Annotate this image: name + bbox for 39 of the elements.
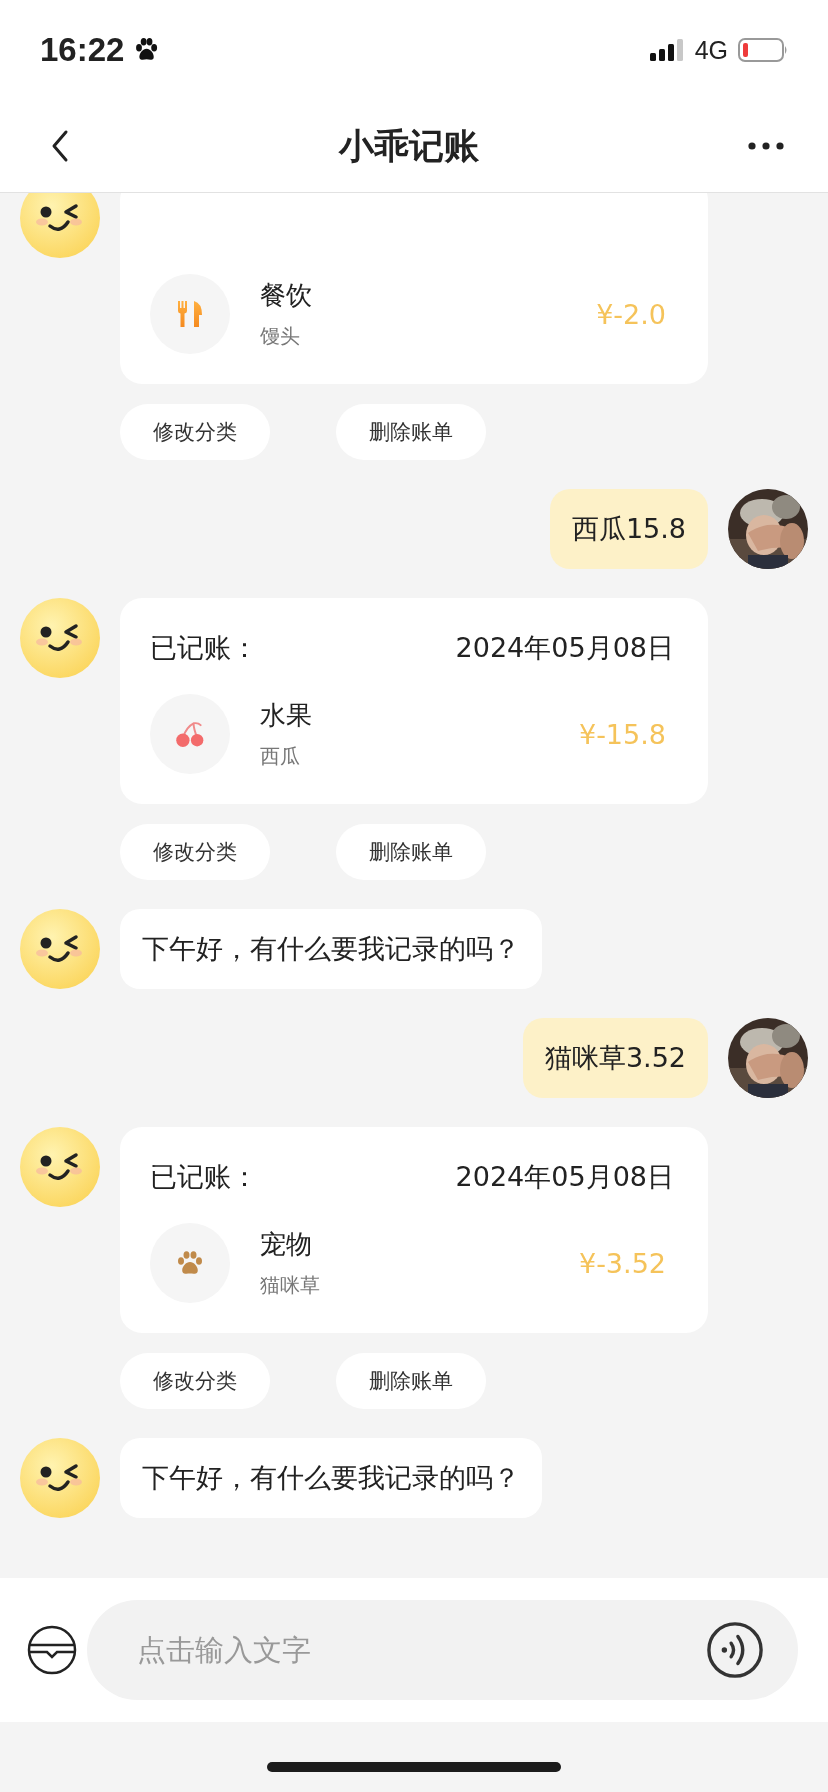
winking-face-icon xyxy=(20,193,100,258)
more-icon[interactable] xyxy=(748,142,784,150)
record-amount: ¥-15.8 xyxy=(578,718,666,750)
record-date: 2024年05月08日 xyxy=(455,631,674,665)
winking-face-icon xyxy=(20,1438,100,1518)
record-amount: ¥-3.52 xyxy=(578,1247,666,1279)
category-name: 水果 xyxy=(260,699,313,732)
winking-face-icon xyxy=(20,598,100,678)
category-name: 餐饮 xyxy=(260,279,313,312)
voice-icon[interactable] xyxy=(706,1621,764,1679)
action-button[interactable]: 删除账单 xyxy=(336,1353,486,1409)
record-note: 西瓜 xyxy=(260,743,301,770)
bot-message: 下午好，有什么要我记录的吗？ xyxy=(120,909,542,989)
category-name: 宠物 xyxy=(260,1228,313,1261)
user-message: 猫咪草3.52 xyxy=(522,1018,708,1098)
winking-face-icon xyxy=(20,1127,100,1207)
record-label: 已记账： xyxy=(150,1160,258,1194)
winking-face-icon xyxy=(20,909,100,989)
record-amount: ¥-2.0 xyxy=(596,298,666,330)
action-button[interactable]: 删除账单 xyxy=(336,404,486,460)
battery-icon xyxy=(738,38,788,62)
action-button[interactable]: 删除账单 xyxy=(336,824,486,880)
action-button[interactable]: 修改分类 xyxy=(120,404,270,460)
record-date: 2024年05月08日 xyxy=(455,1160,674,1194)
network-label: 4G xyxy=(694,35,728,65)
user-message: 西瓜15.8 xyxy=(549,489,708,569)
signal-icon xyxy=(648,39,685,61)
wallet-icon[interactable] xyxy=(27,1625,77,1675)
back-icon[interactable] xyxy=(50,129,70,163)
message-input[interactable]: 点击输入文字 xyxy=(87,1600,798,1700)
action-button[interactable]: 修改分类 xyxy=(120,1353,270,1409)
action-button[interactable]: 修改分类 xyxy=(120,824,270,880)
record-label: 已记账： xyxy=(150,631,258,665)
app-title: 小乖记账 xyxy=(339,124,479,168)
status-time: 16:22 xyxy=(40,31,125,69)
bot-message: 下午好，有什么要我记录的吗？ xyxy=(120,1438,542,1518)
record-note: 猫咪草 xyxy=(260,1272,321,1299)
cherry-icon xyxy=(174,719,206,749)
record-note: 馒头 xyxy=(260,323,301,350)
